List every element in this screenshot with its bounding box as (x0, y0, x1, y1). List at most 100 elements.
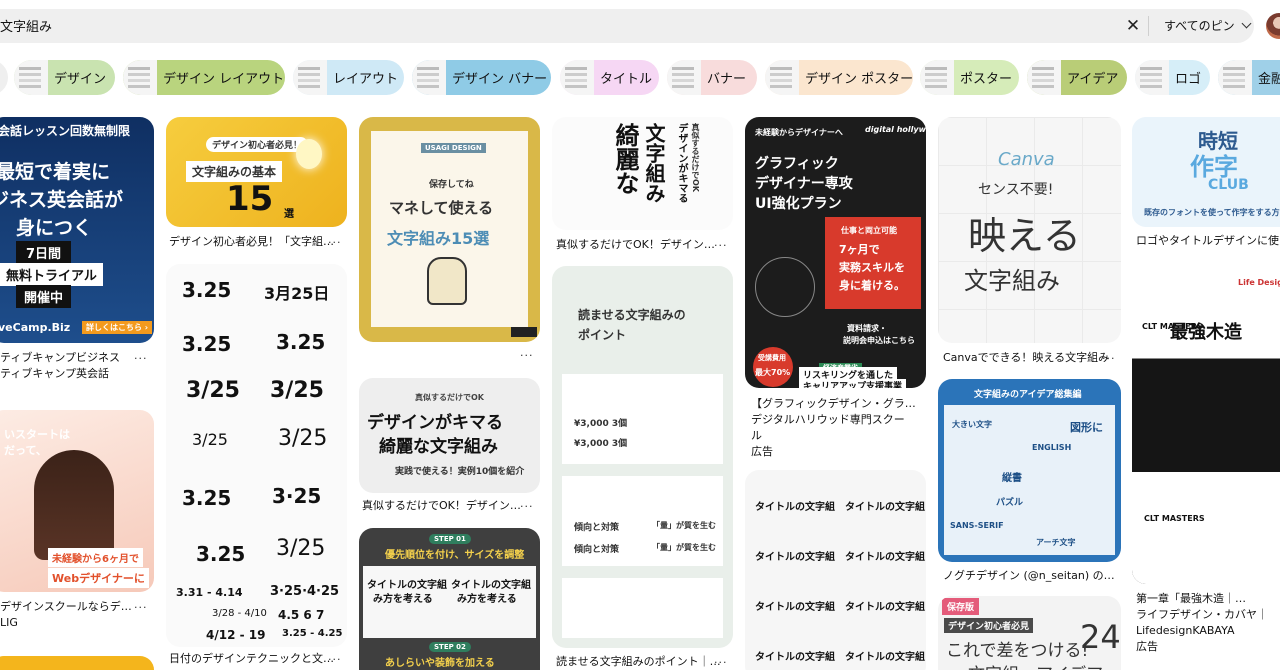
date-sample: 3/25 (270, 378, 324, 403)
pin-design-basics[interactable]: デザイン初心者必見！ 文字組みの基本 15 選 (166, 117, 347, 227)
pin-caption: 読ませる文字組みのポイント｜… (556, 655, 721, 668)
pin-caption: ロゴやタイトルデザインに使え (1136, 234, 1280, 247)
chip-idea[interactable]: アイデア (1027, 60, 1127, 95)
pin-kirei-moji[interactable]: 綺麗な 文字組み デザインがキマる 真似するだけでOK (552, 117, 733, 230)
pin-web-school-ad[interactable]: いスタートは だって、 未経験から6ヶ月で Webデザイナーに (0, 410, 154, 592)
character-illustration (427, 257, 467, 305)
pin-text: 未経験からデザイナーへ (755, 128, 843, 137)
search-input[interactable]: 文字組み (0, 16, 52, 35)
pin-text: タイトルの文字組 (845, 552, 925, 563)
pin-clt-masters-ad[interactable]: Life Design CLT MASTERS 最強木造 CLT MASTERS (1132, 262, 1280, 584)
pin-filter-label: すべてのピン (1164, 19, 1235, 33)
more-options-icon[interactable]: ··· (714, 656, 728, 669)
pin-title-layouts[interactable]: タイトルの文字組 タイトルの文字組 タイトルの文字組 タイトルの文字組 タイトル… (745, 470, 926, 670)
pin-text: 受講費用 (758, 354, 786, 362)
pin-english-ad[interactable]: 会話レッスン回数無制限 最短で着実に ジネス英会話が 身につく 7日間 無料トラ… (0, 117, 154, 343)
pin-caption: ティブキャンプ英会話 (0, 367, 110, 380)
more-options-icon[interactable]: ··· (520, 349, 534, 362)
pin-jitan-club[interactable]: 時短 作字 CLUB 既存のフォントを使って作字をする方 (1132, 117, 1280, 227)
date-sample: 3月25日 (264, 284, 330, 303)
chip-layout[interactable]: レイアウト (293, 60, 404, 95)
chip-design-poster[interactable]: デザイン ポスター (765, 60, 913, 95)
pin-text: タイトルの文字組 (845, 602, 925, 613)
pin-text: タイトルの文字組 (367, 580, 447, 591)
pin-text: 最強木造 (1170, 322, 1242, 343)
date-sample: 3.25 (182, 278, 232, 302)
pin-text: グラフィック (755, 156, 839, 172)
avatar[interactable] (1266, 13, 1280, 39)
chip-finance[interactable]: 金融 (1218, 60, 1280, 95)
date-sample: 3/25 (278, 426, 328, 451)
date-sample: 3/25 (186, 378, 240, 403)
pin-mane-moji[interactable]: USAGI DESIGN 保存してね マネして使える 文字組み15選 (359, 117, 540, 342)
date-sample: 3.25 - 4.25 (282, 628, 343, 639)
pin-caption: LifedesignKABAYA (1136, 624, 1235, 637)
more-options-icon[interactable]: ··· (520, 500, 534, 513)
pin-caption: 真似するだけでOK！デザイン… (556, 238, 715, 251)
pin-digital-hollywood-ad[interactable]: 未経験からデザイナーへ digital hollywood グラフィック デザイ… (745, 117, 926, 388)
pin-text: CLUB (1208, 177, 1249, 193)
pin-24-ideas[interactable]: 保存版 デザイン初心者必見 これで差をつける! 24 文字組 アイデア (938, 596, 1121, 670)
chip-design-banner[interactable]: デザイン バナー (412, 60, 551, 95)
chip-thumbnail (920, 60, 954, 95)
chip-design[interactable]: デザイン (14, 60, 115, 95)
pin-text: これで差をつける! (946, 641, 1089, 661)
pin-canva-moji[interactable]: Canva センス不要! 映える 文字組み (938, 117, 1121, 343)
pin-filter-dropdown[interactable]: すべてのピン (1164, 17, 1252, 34)
search-bar[interactable]: 文字組み ✕ すべてのピン (0, 9, 1254, 43)
chevron-down-icon (1241, 18, 1252, 29)
pin-date-typography[interactable]: 3.25 3月25日 3.25 3.25 3/25 3/25 3/25 3/25… (166, 264, 347, 647)
pin-text: 未経験から6ヶ月で (48, 548, 143, 567)
pin-text: 真似するだけでOK (691, 123, 700, 192)
pin-dezain-kimaru[interactable]: 真似するだけでOK デザインがキマる 綺麗な文字組み 実践で使える！実例10個を… (359, 378, 540, 493)
pin-text: SANS-SERIF (950, 521, 1004, 530)
pin-reading-typography[interactable]: 読ませる文字組みの ポイント ¥3,000 3個 ¥3,000 3個 傾向と対策… (552, 266, 733, 648)
pin-text: 優先順位を付け、サイズを調整 (385, 550, 525, 561)
more-options-icon[interactable]: ··· (714, 239, 728, 252)
chip-thumbnail (667, 60, 701, 95)
chip-thumbnail (293, 60, 327, 95)
pin-text: 7ヶ月で (839, 243, 880, 256)
date-sample: 3.25 (196, 542, 246, 566)
clear-search-icon[interactable]: ✕ (1124, 17, 1142, 35)
date-sample: 3/25 (192, 430, 228, 449)
person-photo (34, 450, 114, 560)
pin-partial[interactable] (0, 656, 154, 670)
pin-text: タイトルの文字組 (755, 552, 835, 563)
decorative-circle (755, 257, 815, 317)
date-sample: 3·25 (272, 484, 322, 508)
pin-text: いスタートは (4, 428, 70, 441)
more-options-icon[interactable]: ··· (328, 653, 342, 666)
pin-title-steps[interactable]: STEP 01 優先順位を付け、サイズを調整 タイトルの文字組 み方を考える タ… (359, 528, 540, 670)
chip-title[interactable]: タイトル (560, 60, 659, 95)
chip-thumbnail (765, 60, 799, 95)
pin-text: 「量」が質を生む (652, 521, 716, 530)
more-options-icon[interactable]: ··· (328, 236, 342, 249)
chip-previous[interactable] (0, 60, 8, 95)
pin-text: 映える (968, 214, 1081, 258)
chip-design-layout[interactable]: デザイン レイアウト (123, 60, 285, 95)
more-options-icon[interactable]: ··· (1102, 352, 1116, 365)
date-sample: 3.25 (182, 486, 232, 510)
chip-thumbnail (1135, 60, 1169, 95)
pin-caption: ル (751, 429, 762, 442)
pin-text: タイトルの文字組 (755, 652, 835, 663)
pin-caption: 真似するだけでOK！デザイン… (362, 499, 521, 512)
more-options-icon[interactable]: ··· (134, 352, 148, 365)
pin-text: ¥3,000 3個 (574, 419, 628, 429)
pin-text: STEP 01 (429, 534, 471, 544)
chip-logo[interactable]: ロゴ (1135, 60, 1210, 95)
pin-text: Canva (998, 149, 1055, 170)
more-options-icon[interactable]: ··· (134, 601, 148, 614)
pin-text: 文字組 (968, 660, 1019, 670)
chip-label: デザイン ポスター (805, 72, 913, 87)
pin-text: タイトルの文字組 (755, 502, 835, 513)
chip-poster[interactable]: ポスター (920, 60, 1019, 95)
chip-label: 金融 (1258, 72, 1280, 87)
pin-moji-ideas[interactable]: 文字組みのアイデア総集編 大きい文字 図形に ENGLISH 縦書 パズル SA… (938, 379, 1121, 562)
chip-banner[interactable]: バナー (667, 60, 757, 95)
pin-caption: デザイン初心者必見！「文字組… (169, 235, 334, 248)
ad-label: 広告 (1136, 640, 1158, 653)
pin-text: 詳しくはこちら › (82, 321, 153, 334)
pin-text: 文字組みのアイデア総集編 (974, 390, 1082, 400)
